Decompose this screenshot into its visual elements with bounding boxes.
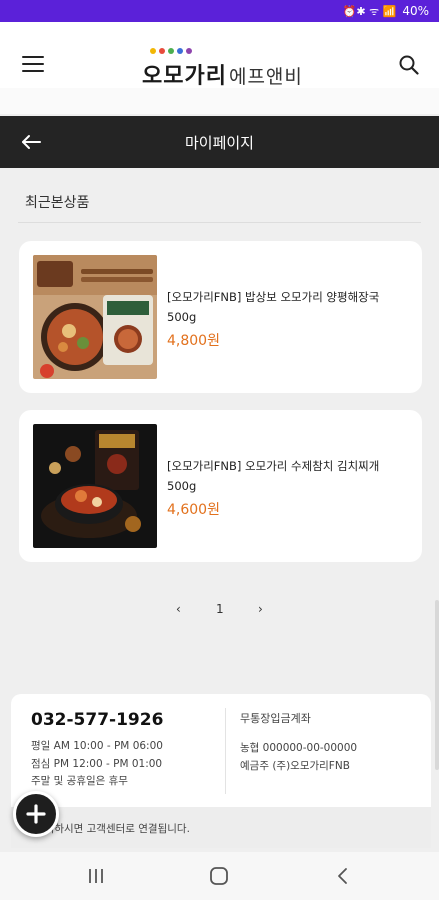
product-card[interactable]: [오모가리FNB] 밥상보 오모가리 양평해장국 500g 4,800원	[19, 241, 422, 393]
bank-account-holder: 예금주 (주)오모가리FNB	[240, 759, 350, 772]
plus-icon	[26, 804, 46, 824]
cs-phone-number[interactable]: 032-577-1926	[31, 710, 163, 730]
pagination-current-page[interactable]: 1	[216, 602, 224, 616]
section-divider	[18, 222, 421, 223]
system-nav-bar	[0, 852, 439, 900]
product-name[interactable]: [오모가리FNB] 오모가리 수제참치 김치찌개 500g	[167, 456, 407, 496]
product-image[interactable]	[33, 424, 157, 548]
status-icons: ⏰✱ ᯤ 📶	[342, 4, 397, 18]
product-price: 4,800원	[167, 333, 220, 349]
battery-level: 40%	[402, 4, 429, 18]
logo-main-text: 오모가리	[142, 64, 227, 89]
cs-connect-bar[interactable]: 터치하시면 고객센터로 연결됩니다.	[11, 807, 431, 848]
header-subbar	[0, 88, 439, 114]
pagination: ‹ 1 ›	[0, 600, 439, 620]
customer-center-footer: 032-577-1926 평일 AM 10:00 - PM 06:00 점심 P…	[11, 694, 431, 848]
cs-hours-weekday: 평일 AM 10:00 - PM 06:00	[31, 740, 163, 752]
product-name[interactable]: [오모가리FNB] 밥상보 오모가리 양평해장국 500g	[167, 287, 407, 327]
product-price: 4,600원	[167, 502, 220, 518]
cs-connect-text: 터치하시면 고객센터로 연결됩니다.	[35, 823, 190, 835]
bank-account-title: 무통장입금계좌	[240, 712, 311, 725]
pagination-prev[interactable]: ‹	[176, 602, 181, 616]
recent-apps-icon[interactable]	[85, 866, 107, 886]
pagination-next[interactable]: ›	[258, 602, 263, 616]
product-image[interactable]	[33, 255, 157, 379]
home-icon[interactable]	[208, 866, 230, 886]
product-card[interactable]: [오모가리FNB] 오모가리 수제참치 김치찌개 500g 4,600원	[19, 410, 422, 562]
logo-sub-text: 에프앤비	[228, 66, 303, 88]
logo-dots	[150, 48, 192, 54]
app-header: 오모가리 에프앤비	[0, 22, 439, 90]
cs-hours: 평일 AM 10:00 - PM 06:00 점심 PM 12:00 - PM …	[31, 738, 163, 791]
brand-logo[interactable]: 오모가리 에프앤비	[140, 48, 320, 90]
section-title-recent: 최근본상품	[25, 195, 90, 211]
search-icon[interactable]	[399, 55, 419, 75]
logo-text: 오모가리 에프앤비	[142, 58, 303, 90]
status-bar: ⏰✱ ᯤ 📶 40%	[0, 0, 439, 22]
bank-account-info: 농협 000000-00-00000 예금주 (주)오모가리FNB	[240, 740, 357, 775]
cs-hours-lunch: 점심 PM 12:00 - PM 01:00	[31, 757, 163, 770]
bank-account-number: 농협 000000-00-00000	[240, 742, 358, 754]
back-icon[interactable]	[332, 866, 354, 886]
cs-hours-weekend: 주말 및 공휴일은 휴무	[31, 775, 128, 787]
page-title: 마이페이지	[184, 134, 254, 152]
hamburger-menu-icon[interactable]	[22, 56, 44, 72]
scroll-indicator[interactable]	[435, 600, 439, 770]
footer-divider	[225, 708, 226, 794]
page-title-bar: 마이페이지	[0, 116, 439, 168]
floating-add-button[interactable]	[13, 791, 59, 837]
